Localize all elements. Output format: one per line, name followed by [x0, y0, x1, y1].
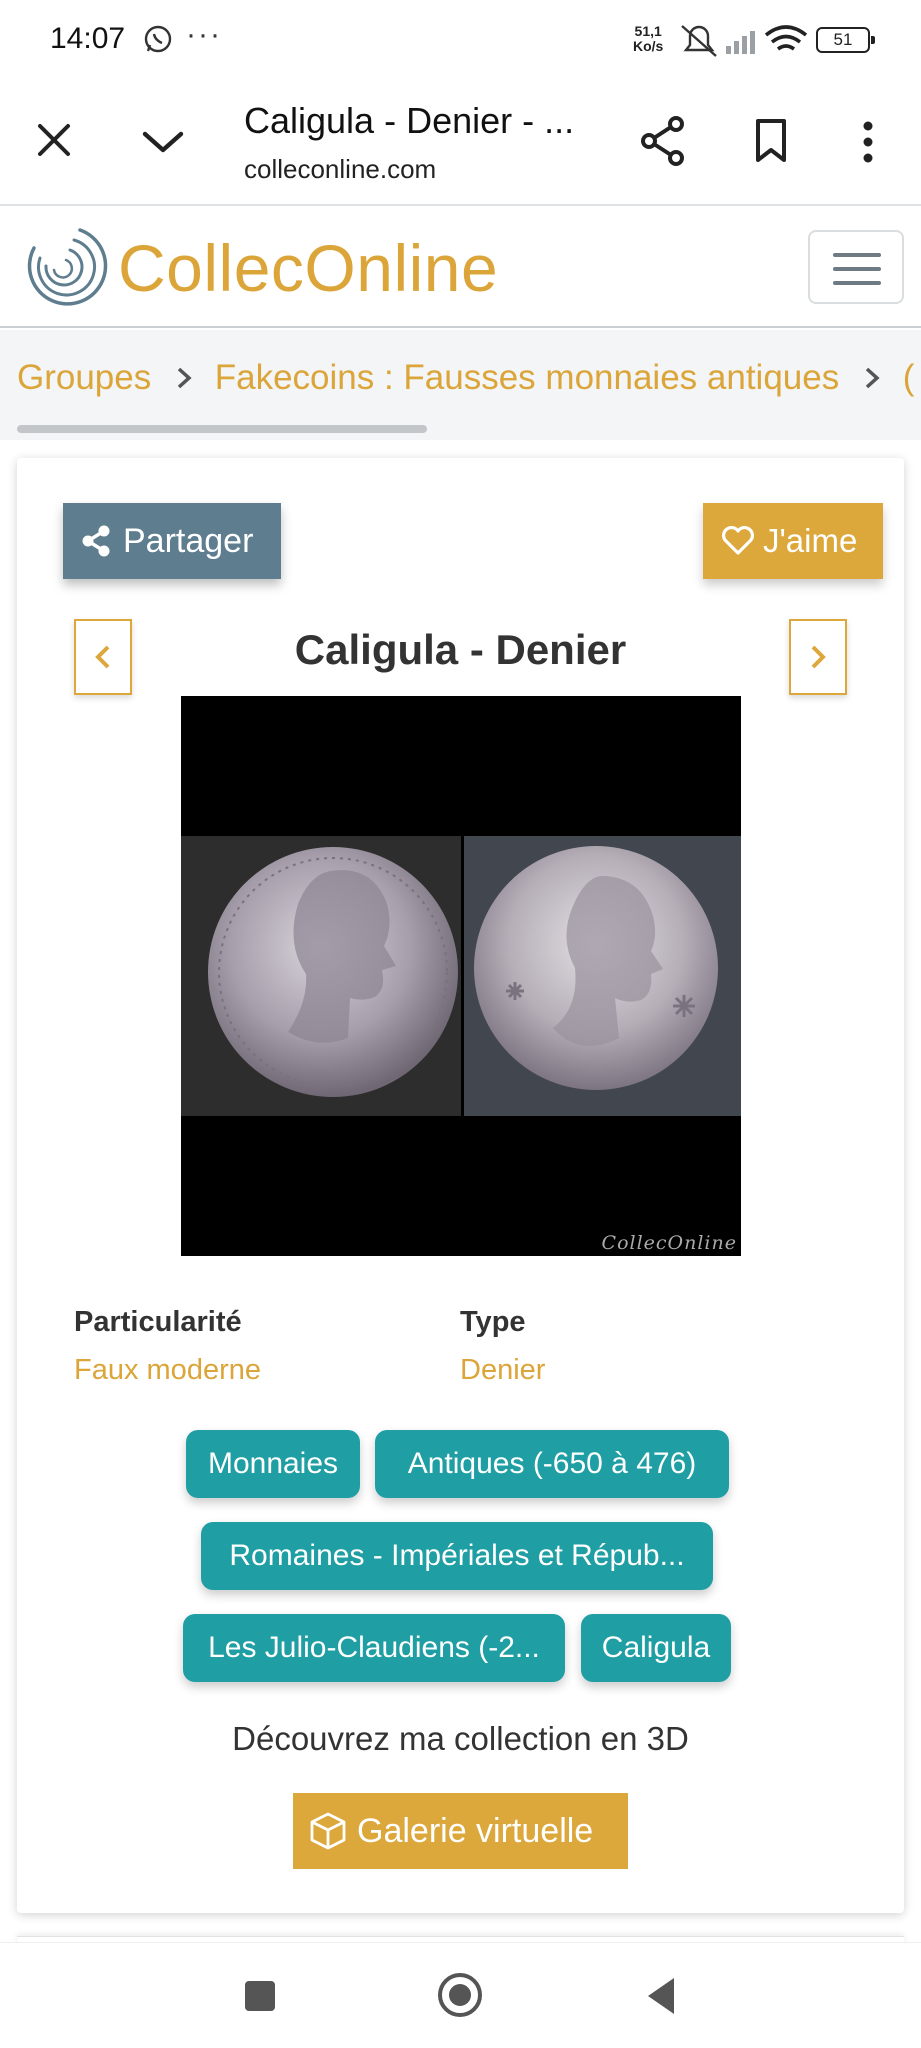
tag-julio-claudiens[interactable]: Les Julio-Claudiens (-2... — [183, 1614, 565, 1682]
tag-antiques[interactable]: Antiques (-650 à 476) — [375, 1430, 729, 1498]
tag-monnaies[interactable]: Monnaies — [186, 1430, 360, 1498]
coin-reverse-star-right — [673, 995, 695, 1017]
breadcrumb-item-fakecoins[interactable]: Fakecoins : Fausses monnaies antiques — [215, 358, 840, 397]
mute-bell-icon — [681, 25, 717, 57]
breadcrumb-item-truncated[interactable]: ( — [903, 358, 915, 397]
bookmark-icon[interactable] — [754, 118, 788, 164]
heart-icon — [722, 526, 754, 555]
battery-indicator: 51 — [816, 27, 875, 53]
breadcrumb-item-groupes[interactable]: Groupes — [17, 358, 151, 397]
overflow-menu-icon[interactable] — [860, 120, 876, 164]
share-icon[interactable] — [640, 116, 686, 166]
system-nav-bar — [0, 1942, 921, 2048]
menu-button[interactable] — [808, 230, 904, 304]
attribute-label-particularite: Particularité — [74, 1306, 242, 1338]
site-header: CollecOnline — [0, 208, 921, 328]
item-title: Caligula - Denier — [294, 626, 627, 673]
photo-watermark: CollecOnline — [601, 1232, 737, 1254]
browser-url[interactable]: colleconline.com — [244, 154, 436, 185]
next-item-button[interactable] — [789, 619, 847, 695]
network-speed-value: 51,1 — [634, 23, 662, 39]
like-button[interactable]: J'aime — [703, 503, 883, 579]
chevron-right-icon — [811, 645, 826, 669]
breadcrumb: Groupes Fakecoins : Fausses monnaies ant… — [0, 330, 921, 440]
tag-romaines[interactable]: Romaines - Impériales et Répub... — [201, 1522, 713, 1590]
virtual-gallery-button[interactable]: Galerie virtuelle — [293, 1793, 628, 1869]
more-notifications-icon: ··· — [186, 18, 222, 51]
tag-caligula[interactable]: Caligula — [581, 1614, 731, 1682]
attribute-label-type: Type — [460, 1306, 526, 1338]
recent-apps-icon[interactable] — [243, 1979, 277, 2013]
colleconline-logo-icon[interactable] — [20, 218, 108, 314]
share-icon — [82, 525, 110, 557]
breadcrumb-scrollbar[interactable] — [17, 425, 427, 433]
like-button-label: J'aime — [763, 522, 858, 559]
attribute-value-particularite[interactable]: Faux moderne — [74, 1354, 261, 1387]
browser-toolbar: Caligula - Denier - ... colleconline.com — [0, 80, 921, 206]
cube-icon — [310, 1812, 346, 1850]
chevron-right-icon — [177, 367, 192, 389]
attribute-value-type[interactable]: Denier — [460, 1354, 545, 1387]
hamburger-line — [833, 281, 881, 285]
discover-3d-text: Découvrez ma collection en 3D — [232, 1720, 689, 1757]
site-logo-text[interactable]: CollecOnline — [118, 230, 498, 306]
network-speed: 51,1 Ko/s — [633, 24, 663, 54]
close-icon[interactable] — [36, 122, 72, 158]
whatsapp-icon — [144, 25, 172, 53]
breadcrumb-items: Groupes Fakecoins : Fausses monnaies ant… — [17, 358, 914, 398]
status-bar: 14:07 ··· 51,1 Ko/s 51 — [0, 0, 921, 80]
signal-icon — [726, 31, 755, 54]
share-button[interactable]: Partager — [63, 503, 281, 579]
browser-page-title[interactable]: Caligula - Denier - ... — [244, 100, 574, 142]
coin-image — [181, 836, 741, 1116]
hamburger-line — [833, 253, 881, 257]
item-card: Partager J'aime Caligula - Denier Collec… — [17, 458, 904, 1913]
share-button-label: Partager — [123, 521, 254, 560]
coin-photo[interactable]: CollecOnline — [181, 696, 741, 1256]
virtual-gallery-label: Galerie virtuelle — [357, 1811, 594, 1850]
chevron-right-icon — [865, 367, 880, 389]
status-time: 14:07 — [50, 22, 126, 55]
wifi-icon — [764, 25, 808, 51]
chevron-down-icon[interactable] — [141, 128, 185, 156]
back-icon[interactable] — [644, 1976, 678, 2016]
network-speed-unit: Ko/s — [633, 38, 664, 54]
home-icon[interactable] — [436, 1971, 484, 2019]
hamburger-line — [833, 267, 881, 271]
